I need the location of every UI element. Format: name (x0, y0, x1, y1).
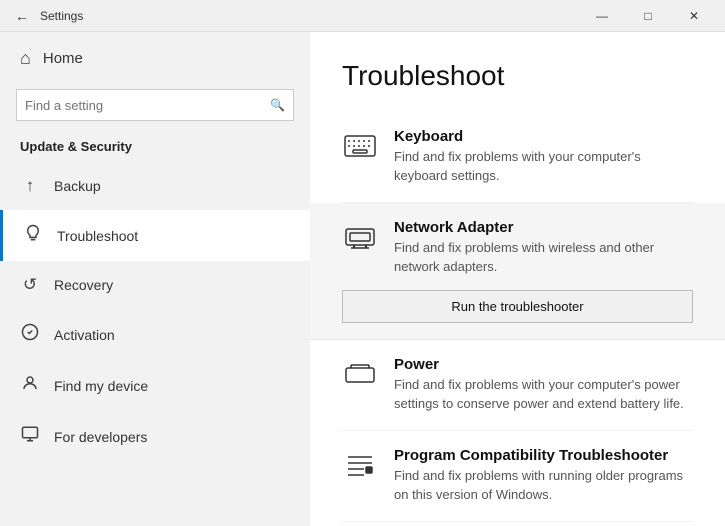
sidebar-item-findmydevice-label: Find my device (54, 378, 148, 394)
window-controls: — □ ✕ (579, 0, 717, 32)
keyboard-desc: Find and fix problems with your computer… (394, 148, 693, 186)
sidebar-item-home[interactable]: ⌂ Home (0, 32, 310, 85)
page-title: Troubleshoot (342, 60, 693, 92)
sidebar-item-activation-label: Activation (54, 327, 115, 343)
troubleshoot-network-adapter: Network Adapter Find and fix problems wi… (310, 203, 725, 341)
fordevelopers-icon (20, 425, 40, 448)
sidebar-item-recovery-label: Recovery (54, 277, 113, 293)
backup-icon: ↑ (20, 176, 40, 196)
troubleshoot-power-header: Power Find and fix problems with your co… (342, 356, 693, 414)
troubleshoot-program-compat: Program Compatibility Troubleshooter Fin… (342, 431, 693, 522)
close-button[interactable]: ✕ (671, 0, 717, 32)
sidebar-item-troubleshoot-label: Troubleshoot (57, 228, 138, 244)
power-icon (342, 356, 378, 392)
main-layout: ⌂ Home 🔍 Update & Security ↑ Backup Trou… (0, 32, 725, 526)
sidebar-item-activation[interactable]: Activation (0, 309, 310, 360)
troubleshoot-keyboard-header: Keyboard Find and fix problems with your… (342, 128, 693, 186)
troubleshoot-icon (23, 224, 43, 247)
run-troubleshooter-button[interactable]: Run the troubleshooter (342, 290, 693, 323)
minimize-button[interactable]: — (579, 0, 625, 32)
network-adapter-text: Network Adapter Find and fix problems wi… (394, 219, 693, 277)
troubleshoot-program-compat-header: Program Compatibility Troubleshooter Fin… (342, 447, 693, 505)
program-compat-text: Program Compatibility Troubleshooter Fin… (394, 447, 693, 505)
power-name: Power (394, 356, 693, 373)
sidebar-item-backup-label: Backup (54, 178, 101, 194)
search-icon: 🔍 (270, 98, 285, 112)
sidebar-item-recovery[interactable]: ↺ Recovery (0, 261, 310, 309)
title-bar-title: Settings (40, 9, 579, 23)
search-input[interactable] (25, 98, 270, 113)
keyboard-name: Keyboard (394, 128, 693, 145)
sidebar-item-troubleshoot[interactable]: Troubleshoot (0, 210, 310, 261)
sidebar-item-backup[interactable]: ↑ Backup (0, 162, 310, 210)
recovery-icon: ↺ (20, 275, 40, 295)
program-compat-icon (342, 447, 378, 483)
title-bar: ← Settings — □ ✕ (0, 0, 725, 32)
power-desc: Find and fix problems with your computer… (394, 376, 693, 414)
home-icon: ⌂ (20, 48, 31, 69)
network-adapter-desc: Find and fix problems with wireless and … (394, 239, 693, 277)
sidebar-item-fordevelopers-label: For developers (54, 429, 147, 445)
keyboard-icon (342, 128, 378, 164)
troubleshoot-power: Power Find and fix problems with your co… (342, 340, 693, 431)
content-area: Troubleshoot (310, 32, 725, 526)
maximize-button[interactable]: □ (625, 0, 671, 32)
network-adapter-name: Network Adapter (394, 219, 693, 236)
back-button[interactable]: ← (8, 2, 36, 30)
keyboard-text: Keyboard Find and fix problems with your… (394, 128, 693, 186)
sidebar-item-fordevelopers[interactable]: For developers (0, 411, 310, 462)
troubleshoot-keyboard: Keyboard Find and fix problems with your… (342, 112, 693, 203)
home-label: Home (43, 50, 83, 67)
sidebar-item-findmydevice[interactable]: Find my device (0, 360, 310, 411)
troubleshoot-network-header: Network Adapter Find and fix problems wi… (342, 219, 693, 277)
program-compat-name: Program Compatibility Troubleshooter (394, 447, 693, 464)
findmydevice-icon (20, 374, 40, 397)
power-text: Power Find and fix problems with your co… (394, 356, 693, 414)
sidebar: ⌂ Home 🔍 Update & Security ↑ Backup Trou… (0, 32, 310, 526)
activation-icon (20, 323, 40, 346)
search-box[interactable]: 🔍 (16, 89, 294, 121)
network-adapter-icon (342, 219, 378, 255)
program-compat-desc: Find and fix problems with running older… (394, 467, 693, 505)
section-header: Update & Security (0, 133, 310, 162)
